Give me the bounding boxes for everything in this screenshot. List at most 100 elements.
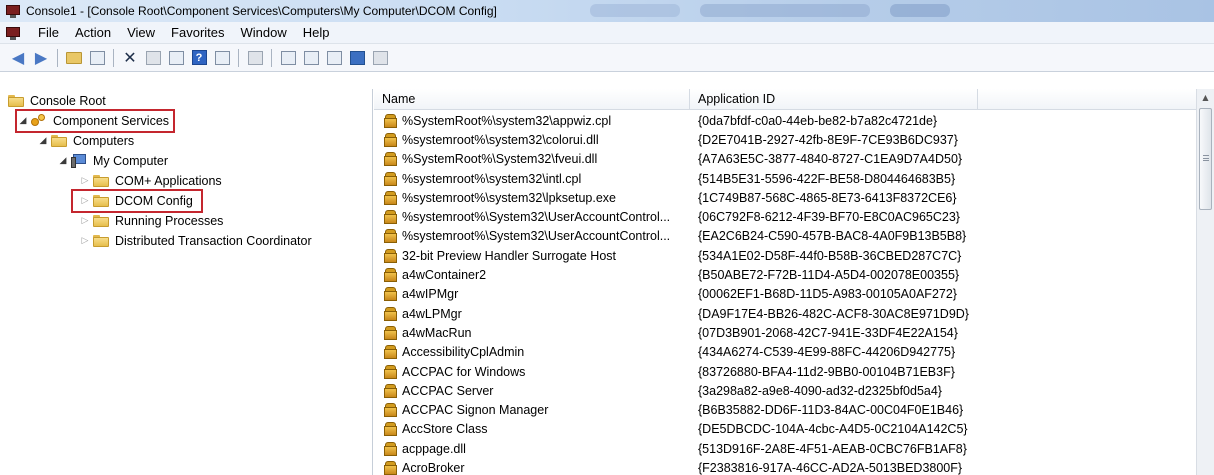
properties-button[interactable] [143,48,163,68]
folder-icon [93,215,109,227]
expanded-arrow-icon[interactable]: ◢ [37,136,49,146]
list-view-button[interactable] [324,48,344,68]
large-icons-button[interactable] [278,48,298,68]
collapsed-arrow-icon[interactable]: ▷ [79,196,91,206]
menu-help[interactable]: Help [295,23,338,43]
mmc-system-menu-icon[interactable] [6,26,20,40]
list-item[interactable]: a4wIPMgr {00062EF1-B68D-11D5-A983-00105A0… [374,285,1196,304]
list-item-application-id: {DA9F17E4-BB26-482C-ACF8-30AC8E971D9D} [698,306,969,321]
list-item[interactable]: ACCPAC Server {3a298a82-a9e8-4090-ad32-d2… [374,381,1196,400]
list-item-name-cell: AcroBroker [374,460,690,475]
list-item-application-id: {83726880-BFA4-11d2-9BB0-00104B71EB3F} [698,364,955,379]
show-hide-action-pane-button[interactable] [212,48,232,68]
list-item[interactable]: a4wLPMgr {DA9F17E4-BB26-482C-ACF8-30AC8E9… [374,304,1196,323]
application-icon [384,306,397,321]
export-list-button[interactable] [245,48,265,68]
application-icon [384,210,397,225]
list-item[interactable]: %systemroot%\system32\colorui.dll {D2E704… [374,130,1196,149]
tree-item-dcom-config[interactable]: ▷ DCOM Config [71,189,203,213]
list-item-application-id: {1C749B87-568C-4865-8E73-6413F8372CE6} [698,190,957,205]
help-button[interactable]: ? [189,48,209,68]
collapsed-arrow-icon[interactable]: ▷ [79,176,91,186]
list-item[interactable]: a4wMacRun {07D3B901-2068-42C7-941E-33DF4E… [374,323,1196,342]
scrollbar-thumb[interactable] [1199,108,1212,210]
application-icon [384,132,397,147]
refresh-icon [168,50,184,65]
vertical-scrollbar[interactable]: ▲ [1196,89,1214,475]
list-item[interactable]: %SystemRoot%\System32\fveui.dll {A7A63E5C… [374,150,1196,169]
list-item-name: AcroBroker [402,460,465,475]
small-icons-button[interactable] [301,48,321,68]
export-list-icon [247,50,263,65]
menu-action[interactable]: Action [67,23,119,43]
list-item-application-id: {434A6274-C539-4E99-88FC-44206D942775} [698,345,956,360]
list-item[interactable]: AccStore Class {DE5DBCDC-104A-4cbc-A4D5-0… [374,420,1196,439]
list-item-name: a4wLPMgr [402,306,462,321]
tree-item-running-processes[interactable]: ▷ Running Processes [79,211,224,231]
list-item-application-id: {D2E7041B-2927-42fb-8E9F-7CE93B6DC937} [698,132,958,147]
column-header-application-id[interactable]: Application ID [690,89,978,110]
list-item-application-id: {A7A63E5C-3877-4840-8727-C1EA9D7A4D50} [698,152,963,167]
menu-favorites[interactable]: Favorites [163,23,232,43]
tree-item-component-services[interactable]: ◢ Component Services [14,109,176,133]
list-item-name: %systemroot%\system32\lpksetup.exe [402,190,616,205]
list-item-name-cell: a4wContainer2 [374,268,690,283]
scroll-up-arrow-icon[interactable]: ▲ [1197,89,1214,107]
list-item[interactable]: %systemroot%\System32\UserAccountControl… [374,207,1196,226]
list-item[interactable]: %SystemRoot%\system32\appwiz.cpl {0da7bfd… [374,111,1196,130]
list-item[interactable]: AccessibilityCplAdmin {434A6274-C539-4E99… [374,343,1196,362]
toolbar-separator [57,48,58,67]
application-icon [384,248,397,263]
action-pane-icon [214,50,230,65]
menu-file[interactable]: File [30,23,67,43]
computer-icon [71,154,87,168]
list-header: Name Application ID [374,89,1196,110]
tree-item-computers[interactable]: ◢ Computers [37,131,135,151]
collapsed-arrow-icon[interactable]: ▷ [79,236,91,246]
list-item[interactable]: ACCPAC for Windows {83726880-BFA4-11d2-9B… [374,362,1196,381]
list-item[interactable]: ACCPAC Signon Manager {B6B35882-DD6F-11D3… [374,400,1196,419]
menu-view[interactable]: View [119,23,163,43]
list-item-application-id: {DE5DBCDC-104A-4cbc-A4D5-0C2104A142C5} [698,422,968,437]
list-item[interactable]: a4wContainer2 {B50ABE72-F72B-11D4-A5D4-00… [374,265,1196,284]
tree-item-com-plus-applications[interactable]: ▷ COM+ Applications [79,171,222,191]
list-item[interactable]: 32-bit Preview Handler Surrogate Host {53… [374,246,1196,265]
list-item-application-id: {3a298a82-a9e8-4090-ad32-d2325bf0d5a4} [698,383,942,398]
tree-item-console-root[interactable]: Console Root [8,91,106,111]
list-item[interactable]: AcroBroker {F2383816-917A-46CC-AD2A-5013B… [374,458,1196,475]
expanded-arrow-icon[interactable]: ◢ [57,156,69,166]
application-icon [384,229,397,244]
list-item-name: 32-bit Preview Handler Surrogate Host [402,248,616,263]
blurred-title-region [890,4,950,17]
list-item-name: %systemroot%\system32\intl.cpl [402,171,582,186]
list-item[interactable]: %systemroot%\system32\intl.cpl {514B5E31-… [374,169,1196,188]
column-header-name[interactable]: Name [374,89,690,110]
detail-view-icon [349,50,365,65]
collapsed-arrow-icon[interactable]: ▷ [79,216,91,226]
back-button[interactable]: ◀ [8,48,28,68]
menu-window[interactable]: Window [233,23,295,43]
forward-button[interactable]: ▶ [31,48,51,68]
toolbar-separator [113,48,114,67]
tree-item-my-computer[interactable]: ◢ My Computer [57,151,168,171]
application-icon [384,345,397,360]
list-item[interactable]: acppage.dll {513D916F-2A8E-4F51-AEAB-0CBC… [374,439,1196,458]
delete-button[interactable]: ✕ [120,48,140,68]
tree-item-label: Component Services [53,114,170,128]
tree-item-label: My Computer [93,154,169,168]
list-item-name-cell: AccessibilityCplAdmin [374,345,690,360]
component-services-icon [31,114,47,128]
help-icon: ? [191,50,207,65]
list-item-name: %systemroot%\System32\UserAccountControl… [402,229,671,244]
detail-view-button[interactable] [347,48,367,68]
list-item[interactable]: %systemroot%\system32\lpksetup.exe {1C749… [374,188,1196,207]
up-one-level-button[interactable] [64,48,84,68]
show-hide-tree-button[interactable] [87,48,107,68]
list-item[interactable]: %systemroot%\System32\UserAccountControl… [374,227,1196,246]
new-view-button[interactable] [370,48,390,68]
tree-item-label: Running Processes [115,214,224,228]
expanded-arrow-icon[interactable]: ◢ [17,116,29,126]
tree-item-distributed-transaction-coordinator[interactable]: ▷ Distributed Transaction Coordinator [79,231,312,251]
refresh-button[interactable] [166,48,186,68]
list-item-application-id: {B6B35882-DD6F-11D3-84AC-00C04F0E1B46} [698,403,964,418]
